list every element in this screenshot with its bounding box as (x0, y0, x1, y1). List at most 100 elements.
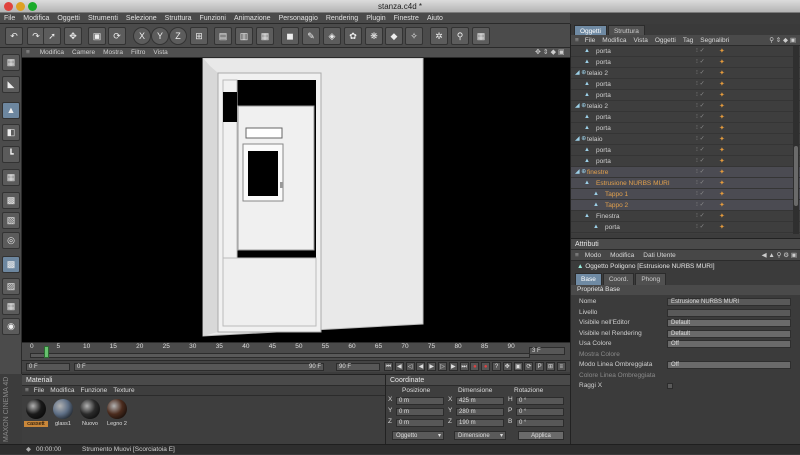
object-row[interactable]: ◢ ⊕ telaio 2 ⁝ ✓ ✦ (571, 101, 800, 112)
position-key-icon[interactable]: ✥ (502, 362, 512, 371)
render-view-icon[interactable]: ▥ (235, 27, 253, 45)
attribute-modo-linea-ombreggiata-field[interactable]: Off (667, 361, 791, 369)
step-forward-icon[interactable]: ▷ (438, 362, 447, 371)
apply-button[interactable]: Applica (518, 431, 564, 440)
visibility-dots-icon[interactable]: ⁝ ✓ (696, 68, 712, 79)
attribute-menu-modo[interactable]: Modo (585, 252, 601, 259)
menu-struttura[interactable]: Struttura (161, 13, 196, 24)
object-row[interactable]: ◢ ⊕ telaio 2 ⁝ ✓ ✦ (571, 68, 800, 79)
timeline-track[interactable] (30, 353, 530, 358)
attribute-visibile-nel-rendering-field[interactable]: Default (667, 329, 791, 338)
menu-funzioni[interactable]: Funzioni (196, 13, 230, 24)
visibility-dots-icon[interactable]: ⁝ ✓ (696, 90, 712, 101)
go-to-start-icon[interactable]: ⏮ (384, 362, 393, 371)
object-row[interactable]: ▲ Tappo 1 ⁝ ✓ ✦ (571, 189, 800, 200)
rotation-p-field[interactable]: 0 ° (516, 408, 564, 416)
visibility-dots-icon[interactable]: ⁝ ✓ (696, 123, 712, 134)
object-row[interactable]: ▲ porta ⁝ ✓ ✦ (571, 145, 800, 156)
play-icon[interactable]: ▶ (427, 362, 437, 371)
axis-mode-icon[interactable]: ┗ (2, 146, 20, 163)
end-frame-field[interactable]: 90 F (336, 363, 380, 371)
menu-plugin[interactable]: Plugin (362, 13, 389, 24)
rotate-icon[interactable]: ⟳ (108, 27, 126, 45)
cube-icon[interactable]: ◼ (281, 27, 299, 45)
object-menu-file[interactable]: File (585, 37, 595, 44)
pen-spline-icon[interactable]: ✎ (302, 27, 320, 45)
menu-animazione[interactable]: Animazione (230, 13, 275, 24)
visibility-dots-icon[interactable]: ⁝ ✓ (696, 222, 712, 233)
start-frame-field[interactable]: 0 F (26, 363, 70, 371)
material-swatch[interactable] (80, 399, 100, 419)
subdivision-icon[interactable]: ◈ (323, 27, 341, 45)
attribute-livello-field[interactable] (667, 308, 791, 317)
object-row[interactable]: ▲ Estrusione NURBS MURI ⁝ ✓ ✦ (571, 178, 800, 189)
z-axis-icon[interactable]: Z (169, 27, 187, 45)
menu-personaggio[interactable]: Personaggio (275, 13, 322, 24)
object-menu-oggetti[interactable]: Oggetti (655, 37, 676, 44)
object-row[interactable]: ▲ porta ⁝ ✓ ✦ (571, 156, 800, 167)
playhead-marker[interactable] (44, 346, 49, 358)
scrollbar-thumb[interactable] (794, 146, 798, 206)
position-x-field[interactable]: 0 m (396, 397, 444, 405)
go-to-end-icon[interactable]: ⏭ (459, 362, 469, 371)
object-row[interactable]: ▲ porta ⁝ ✓ ✦ (571, 90, 800, 101)
parameter-key-icon[interactable]: P (535, 362, 545, 371)
minimize-window-icon[interactable] (16, 2, 25, 11)
x-axis-icon[interactable]: X (133, 27, 151, 45)
keyframe-selection-icon[interactable]: ? (492, 362, 501, 371)
viewport-nav-icons[interactable]: ✥ ⇕ ◆ ▣ (535, 48, 570, 58)
deformer-icon[interactable]: ✧ (405, 27, 423, 45)
dimension-z-field[interactable]: 190 m (456, 419, 504, 427)
object-search-icons[interactable]: ⚲ ⇕ ◆ ▣ (769, 35, 796, 46)
material-swatch[interactable] (26, 399, 46, 419)
object-menu-icon[interactable]: ≡ (575, 37, 579, 44)
menu-oggetti[interactable]: Oggetti (53, 13, 84, 24)
visibility-dots-icon[interactable]: ⁝ ✓ (696, 134, 712, 145)
menu-file[interactable]: File (0, 13, 19, 24)
menu-selezione[interactable]: Selezione (122, 13, 161, 24)
object-row[interactable]: ▲ porta ⁝ ✓ ✦ (571, 79, 800, 90)
rotation-b-field[interactable]: 0 ° (516, 419, 564, 427)
attribute-nav-icons[interactable]: ◀ ▲ ⚲ ⚙ ▣ (762, 250, 797, 261)
visibility-dots-icon[interactable]: ⁝ ✓ (696, 101, 712, 112)
object-row[interactable]: ▲ porta ⁝ ✓ ✦ (571, 222, 800, 233)
attr-tab-phong[interactable]: Phong (635, 273, 667, 285)
model-mode-icon[interactable]: ◣ (2, 76, 20, 93)
3d-viewport[interactable] (22, 58, 570, 342)
object-row[interactable]: ▲ Finestra ⁝ ✓ ✦ (571, 211, 800, 222)
environment-icon[interactable]: ❋ (365, 27, 383, 45)
timeline-ruler[interactable]: 0 5 10 15 20 25 30 35 40 45 50 55 60 65 70 75 80 85 90 3 F (22, 342, 570, 360)
coordinate-mode-dropdown[interactable]: Oggetto ▾ (392, 431, 444, 440)
close-window-icon[interactable] (4, 2, 13, 11)
light-icon[interactable]: ◆ (385, 27, 403, 45)
visibility-dots-icon[interactable]: ⁝ ✓ (696, 156, 712, 167)
object-menu-segnalibri[interactable]: Segnalibri (700, 37, 729, 44)
timeline-menu-icon[interactable]: ≡ (556, 362, 566, 371)
attribute-menu-modifica[interactable]: Modifica (610, 252, 634, 259)
viewport-menu-mostra[interactable]: Mostra (99, 48, 127, 58)
boolean-icon[interactable]: ◉ (2, 318, 20, 335)
undo-icon[interactable]: ↶ (5, 27, 23, 45)
object-row[interactable]: ▲ porta ⁝ ✓ ✦ (571, 123, 800, 134)
visibility-dots-icon[interactable]: ⁝ ✓ (696, 200, 712, 211)
menu-finestre[interactable]: Finestre (390, 13, 423, 24)
attr-tab-coord[interactable]: Coord. (602, 273, 635, 285)
step-back-icon[interactable]: ◁ (405, 362, 415, 371)
object-row[interactable]: ▲ porta ⁝ ✓ ✦ (571, 112, 800, 123)
previous-key-icon[interactable]: ◀ (394, 362, 404, 371)
object-menu-vista[interactable]: Vista (634, 37, 648, 44)
select-icon[interactable]: ➚ (43, 27, 61, 45)
visibility-dots-icon[interactable]: ⁝ ✓ (696, 79, 712, 90)
visibility-dots-icon[interactable]: ⁝ ✓ (696, 112, 712, 123)
play-backward-icon[interactable]: ◀ (416, 362, 426, 371)
visibility-dots-icon[interactable]: ⁝ ✓ (696, 178, 712, 189)
object-list-scrollbar[interactable] (793, 46, 799, 234)
material-swatch[interactable] (107, 399, 127, 419)
attribute-nome-field[interactable]: Estrusione NURBS MURI (667, 298, 791, 306)
viewport-menu-icons[interactable]: ≡ (22, 48, 34, 58)
texture-mode-icon[interactable]: ◧ (2, 124, 20, 141)
dimension-x-field[interactable]: 425 m (456, 397, 504, 405)
next-key-icon[interactable]: ▶ (448, 362, 458, 371)
object-row[interactable]: ▲ porta ⁝ ✓ ✦ (571, 57, 800, 68)
visibility-dots-icon[interactable]: ⁝ ✓ (696, 167, 712, 178)
